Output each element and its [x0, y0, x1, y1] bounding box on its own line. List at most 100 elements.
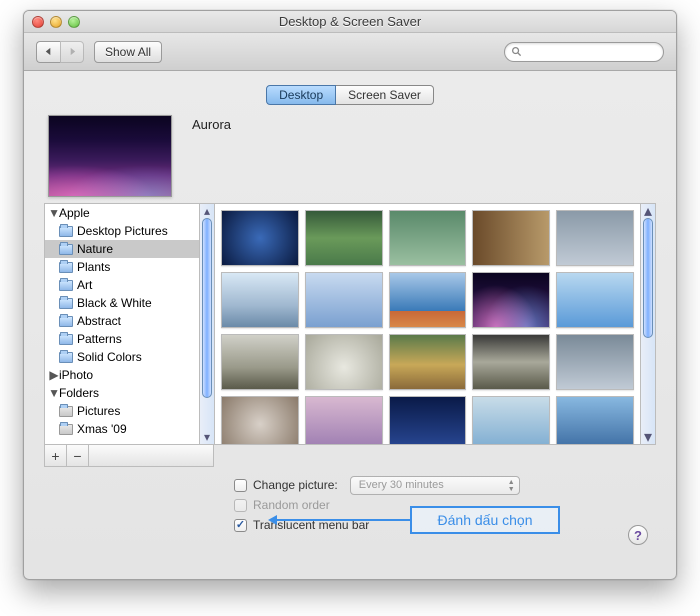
thumbnail-grid[interactable] [215, 204, 640, 444]
preferences-window: Desktop & Screen Saver Show All Desktop … [23, 10, 677, 580]
titlebar[interactable]: Desktop & Screen Saver [24, 11, 676, 33]
wallpaper-thumb[interactable] [221, 334, 299, 390]
group-iphoto[interactable]: ▶iPhoto [45, 366, 199, 384]
source-item[interactable]: Solid Colors [45, 348, 199, 366]
change-picture-label: Change picture: [253, 478, 338, 492]
wallpaper-thumb[interactable] [472, 272, 550, 328]
disclosure-triangle-icon[interactable]: ▼ [49, 206, 59, 220]
content: Desktop Screen Saver Aurora ▼Apple Deskt… [24, 71, 676, 535]
group-label: Apple [59, 206, 90, 220]
search-input[interactable] [526, 46, 657, 58]
wallpaper-thumb[interactable] [305, 272, 383, 328]
wallpaper-thumb[interactable] [389, 210, 467, 266]
remove-folder-button[interactable]: − [67, 445, 89, 466]
scroll-down-icon[interactable]: ▾ [200, 430, 214, 444]
preview-row: Aurora [44, 115, 656, 197]
grid-scrollbar[interactable]: ▴ ▾ [640, 204, 655, 444]
help-button[interactable]: ? [628, 525, 648, 545]
source-item[interactable]: Abstract [45, 312, 199, 330]
tab-desktop[interactable]: Desktop [266, 85, 336, 105]
wallpaper-thumb[interactable] [556, 272, 634, 328]
wallpaper-thumb[interactable] [305, 396, 383, 444]
wallpaper-thumb[interactable] [221, 396, 299, 444]
change-picture-checkbox[interactable] [234, 479, 247, 492]
wallpaper-thumb[interactable] [221, 210, 299, 266]
source-item[interactable]: Pictures [45, 402, 199, 420]
minimize-button[interactable] [50, 16, 62, 28]
scroll-up-icon[interactable]: ▴ [200, 204, 214, 218]
back-button[interactable] [36, 41, 60, 63]
forward-button[interactable] [60, 41, 84, 63]
source-item[interactable]: Patterns [45, 330, 199, 348]
show-all-button[interactable]: Show All [94, 41, 162, 63]
window-title: Desktop & Screen Saver [24, 14, 676, 29]
folder-icon [59, 298, 73, 309]
tab-screensaver[interactable]: Screen Saver [336, 85, 434, 105]
source-list-footer: + − [44, 445, 214, 467]
close-button[interactable] [32, 16, 44, 28]
wallpaper-thumb[interactable] [389, 334, 467, 390]
scroll-thumb[interactable] [202, 218, 212, 398]
interval-value: Every 30 minutes [359, 479, 444, 491]
folder-icon [59, 226, 73, 237]
folder-icon [59, 334, 73, 345]
source-item[interactable]: Plants [45, 258, 199, 276]
annotation-callout: Đánh dấu chọn [410, 506, 560, 534]
current-picture-name: Aurora [192, 117, 231, 132]
wallpaper-thumb[interactable] [389, 272, 467, 328]
wallpaper-thumb[interactable] [556, 210, 634, 266]
source-list-scroll[interactable]: ▼Apple Desktop Pictures Nature Plants Ar… [45, 204, 199, 444]
disclosure-triangle-icon[interactable]: ▶ [49, 368, 59, 382]
stepper-arrows-icon: ▲▼ [508, 479, 515, 493]
group-label: Folders [59, 386, 99, 400]
translucent-checkbox[interactable] [234, 519, 247, 532]
folder-icon [59, 352, 73, 363]
folder-icon [59, 244, 73, 255]
group-folders[interactable]: ▼Folders [45, 384, 199, 402]
browser: ▼Apple Desktop Pictures Nature Plants Ar… [44, 203, 656, 445]
wallpaper-thumb[interactable] [472, 210, 550, 266]
group-apple[interactable]: ▼Apple [45, 204, 199, 222]
scroll-thumb[interactable] [643, 218, 653, 338]
wallpaper-thumb[interactable] [305, 210, 383, 266]
wallpaper-thumb[interactable] [556, 396, 634, 444]
group-label: iPhoto [59, 368, 93, 382]
zoom-button[interactable] [68, 16, 80, 28]
folder-icon [59, 406, 73, 417]
nav-segment [36, 41, 84, 63]
wallpaper-thumb[interactable] [389, 396, 467, 444]
source-item[interactable]: Desktop Pictures [45, 222, 199, 240]
source-list: ▼Apple Desktop Pictures Nature Plants Ar… [45, 204, 215, 444]
scroll-up-icon[interactable]: ▴ [641, 204, 655, 218]
thumbnail-area: ▴ ▾ [215, 204, 655, 444]
window-controls [32, 16, 80, 28]
wallpaper-thumb[interactable] [221, 272, 299, 328]
interval-popup[interactable]: Every 30 minutes ▲▼ [350, 476, 520, 495]
search-field[interactable] [504, 42, 664, 62]
source-item-nature[interactable]: Nature [45, 240, 199, 258]
sidebar-scrollbar[interactable]: ▴ ▾ [199, 204, 214, 444]
annotation-text: Đánh dấu chọn [438, 512, 533, 528]
folder-icon [59, 424, 73, 435]
source-item[interactable]: Xmas '09 [45, 420, 199, 438]
scroll-down-icon[interactable]: ▾ [641, 430, 655, 444]
annotation-line [276, 519, 410, 521]
disclosure-triangle-icon[interactable]: ▼ [49, 386, 59, 400]
wallpaper-thumb[interactable] [472, 396, 550, 444]
wallpaper-thumb[interactable] [556, 334, 634, 390]
source-item[interactable]: Black & White [45, 294, 199, 312]
current-desktop-preview [48, 115, 172, 197]
wallpaper-thumb[interactable] [472, 334, 550, 390]
source-item[interactable]: Art [45, 276, 199, 294]
random-order-label: Random order [253, 498, 330, 512]
folder-icon [59, 280, 73, 291]
add-folder-button[interactable]: + [45, 445, 67, 466]
toolbar: Show All [24, 33, 676, 71]
search-icon [511, 46, 522, 57]
wallpaper-thumb[interactable] [305, 334, 383, 390]
folder-icon [59, 316, 73, 327]
folder-icon [59, 262, 73, 273]
change-picture-row: Change picture: Every 30 minutes ▲▼ [234, 475, 656, 495]
annotation-arrow-icon [268, 515, 277, 525]
tab-bar: Desktop Screen Saver [44, 85, 656, 105]
